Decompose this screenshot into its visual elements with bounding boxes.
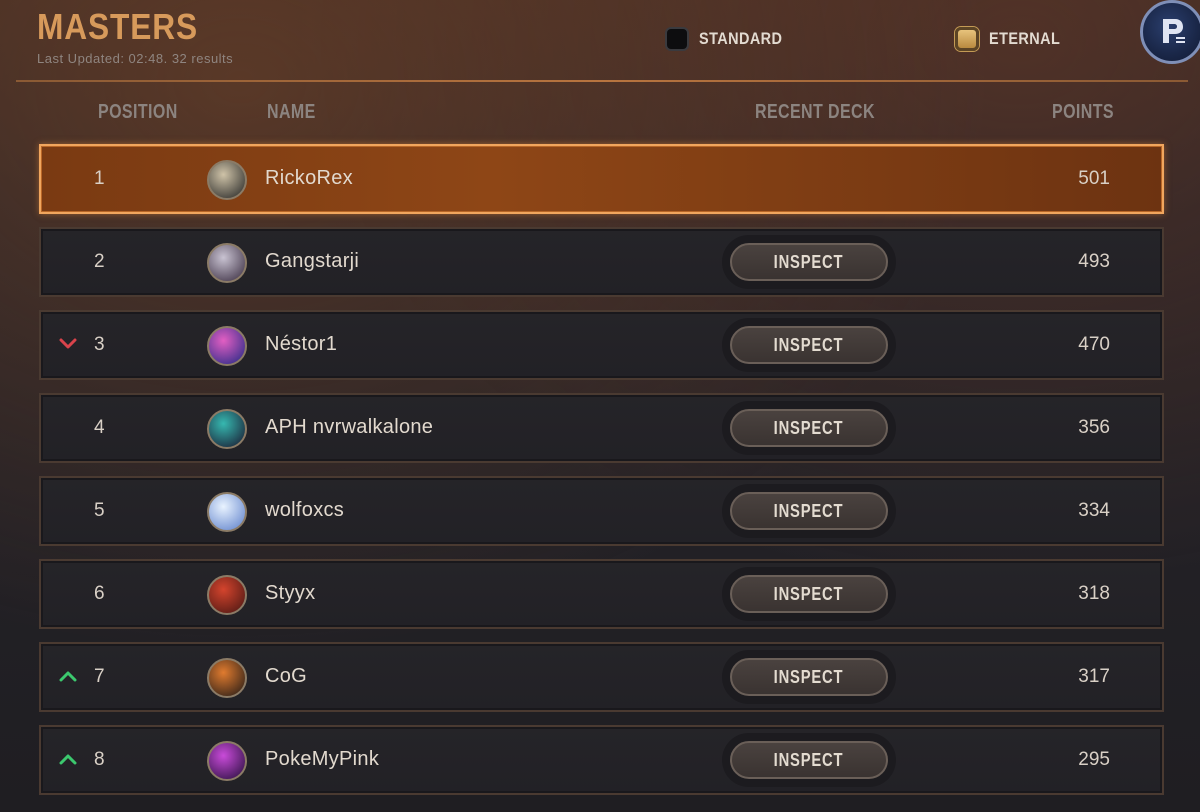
- row-points: 295: [1078, 749, 1110, 770]
- page-header: MASTERS Last Updated: 02:48. 32 results …: [0, 0, 1200, 82]
- avatar-pink-mushroom-icon: [207, 326, 247, 366]
- standard-toggle[interactable]: STANDARD: [665, 27, 797, 51]
- leaderboard-row[interactable]: 2 Gangstarji INSPECT 493: [39, 227, 1164, 297]
- inspect-deck-button[interactable]: INSPECT: [722, 733, 896, 787]
- eternal-label: ETERNAL: [989, 29, 1061, 48]
- inspect-button-face[interactable]: INSPECT: [730, 243, 888, 281]
- row-position: 3: [94, 334, 105, 355]
- standard-checkbox[interactable]: [665, 27, 689, 51]
- player-name[interactable]: APH nvrwalkalone: [265, 416, 433, 439]
- inspect-deck-button[interactable]: INSPECT: [722, 567, 896, 621]
- player-name[interactable]: PokeMyPink: [265, 748, 379, 771]
- rank-down-arrow-icon: [59, 338, 77, 349]
- rank-up-arrow-icon: [59, 671, 77, 682]
- player-name[interactable]: Néstor1: [265, 333, 337, 356]
- inspect-label: INSPECT: [774, 251, 844, 272]
- column-header-recent-deck: RECENT DECK: [755, 101, 875, 123]
- leaderboard-row[interactable]: 1 RickoRex 501: [39, 144, 1164, 214]
- avatar-red-hair-icon: [207, 575, 247, 615]
- inspect-label: INSPECT: [774, 583, 844, 604]
- inspect-button-face[interactable]: INSPECT: [730, 658, 888, 696]
- leaderboard-row[interactable]: 7 CoG INSPECT 317: [39, 642, 1164, 712]
- inspect-deck-button[interactable]: INSPECT: [722, 650, 896, 704]
- leaderboard-row[interactable]: 6 Styyx INSPECT 318: [39, 559, 1164, 629]
- avatar-pirate-icon: [207, 658, 247, 698]
- inspect-button-face[interactable]: INSPECT: [730, 741, 888, 779]
- row-points: 318: [1078, 583, 1110, 604]
- player-name[interactable]: CoG: [265, 665, 307, 688]
- inspect-label: INSPECT: [774, 749, 844, 770]
- row-position: 1: [94, 168, 105, 189]
- row-position: 4: [94, 417, 105, 438]
- row-position: 5: [94, 500, 105, 521]
- player-name[interactable]: Styyx: [265, 582, 315, 605]
- profile-menu-button[interactable]: [1140, 0, 1200, 64]
- row-points: 493: [1078, 251, 1110, 272]
- player-name[interactable]: Gangstarji: [265, 250, 359, 273]
- leaderboard-row[interactable]: 5 wolfoxcs INSPECT 334: [39, 476, 1164, 546]
- player-name[interactable]: wolfoxcs: [265, 499, 344, 522]
- row-points: 317: [1078, 666, 1110, 687]
- inspect-deck-button[interactable]: INSPECT: [722, 235, 896, 289]
- row-points: 470: [1078, 334, 1110, 355]
- row-points: 356: [1078, 417, 1110, 438]
- row-position: 6: [94, 583, 105, 604]
- row-points: 334: [1078, 500, 1110, 521]
- last-updated-text: Last Updated: 02:48. 32 results: [37, 51, 234, 66]
- row-position: 7: [94, 666, 105, 687]
- avatar-teal-mage-icon: [207, 409, 247, 449]
- row-points: 501: [1078, 168, 1110, 189]
- inspect-button-face[interactable]: INSPECT: [730, 492, 888, 530]
- eternal-checkbox[interactable]: [955, 27, 979, 51]
- avatar-warrior-icon: [207, 160, 247, 200]
- page-title: MASTERS: [37, 6, 199, 47]
- row-position: 8: [94, 749, 105, 770]
- inspect-deck-button[interactable]: INSPECT: [722, 318, 896, 372]
- header-divider: [16, 80, 1188, 82]
- rank-up-arrow-icon: [59, 754, 77, 765]
- avatar-silver-hair-icon: [207, 243, 247, 283]
- leaderboard-row[interactable]: 4 APH nvrwalkalone INSPECT 356: [39, 393, 1164, 463]
- avatar-purple-mage-icon: [207, 741, 247, 781]
- inspect-label: INSPECT: [774, 417, 844, 438]
- row-position: 2: [94, 251, 105, 272]
- game-logo-icon: [1163, 19, 1185, 43]
- leaderboard-row[interactable]: 8 PokeMyPink INSPECT 295: [39, 725, 1164, 795]
- leaderboard-row[interactable]: 3 Néstor1 INSPECT 470: [39, 310, 1164, 380]
- column-header-name: NAME: [267, 101, 316, 123]
- eternal-toggle[interactable]: ETERNAL: [955, 27, 1073, 51]
- standard-label: STANDARD: [699, 29, 783, 48]
- inspect-label: INSPECT: [774, 500, 844, 521]
- column-header-points: POINTS: [1052, 101, 1114, 123]
- inspect-button-face[interactable]: INSPECT: [730, 326, 888, 364]
- inspect-button-face[interactable]: INSPECT: [730, 409, 888, 447]
- avatar-light-streak-icon: [207, 492, 247, 532]
- inspect-deck-button[interactable]: INSPECT: [722, 484, 896, 538]
- column-header-position: POSITION: [98, 101, 178, 123]
- inspect-deck-button[interactable]: INSPECT: [722, 401, 896, 455]
- inspect-label: INSPECT: [774, 666, 844, 687]
- inspect-label: INSPECT: [774, 334, 844, 355]
- inspect-button-face[interactable]: INSPECT: [730, 575, 888, 613]
- player-name[interactable]: RickoRex: [265, 167, 353, 190]
